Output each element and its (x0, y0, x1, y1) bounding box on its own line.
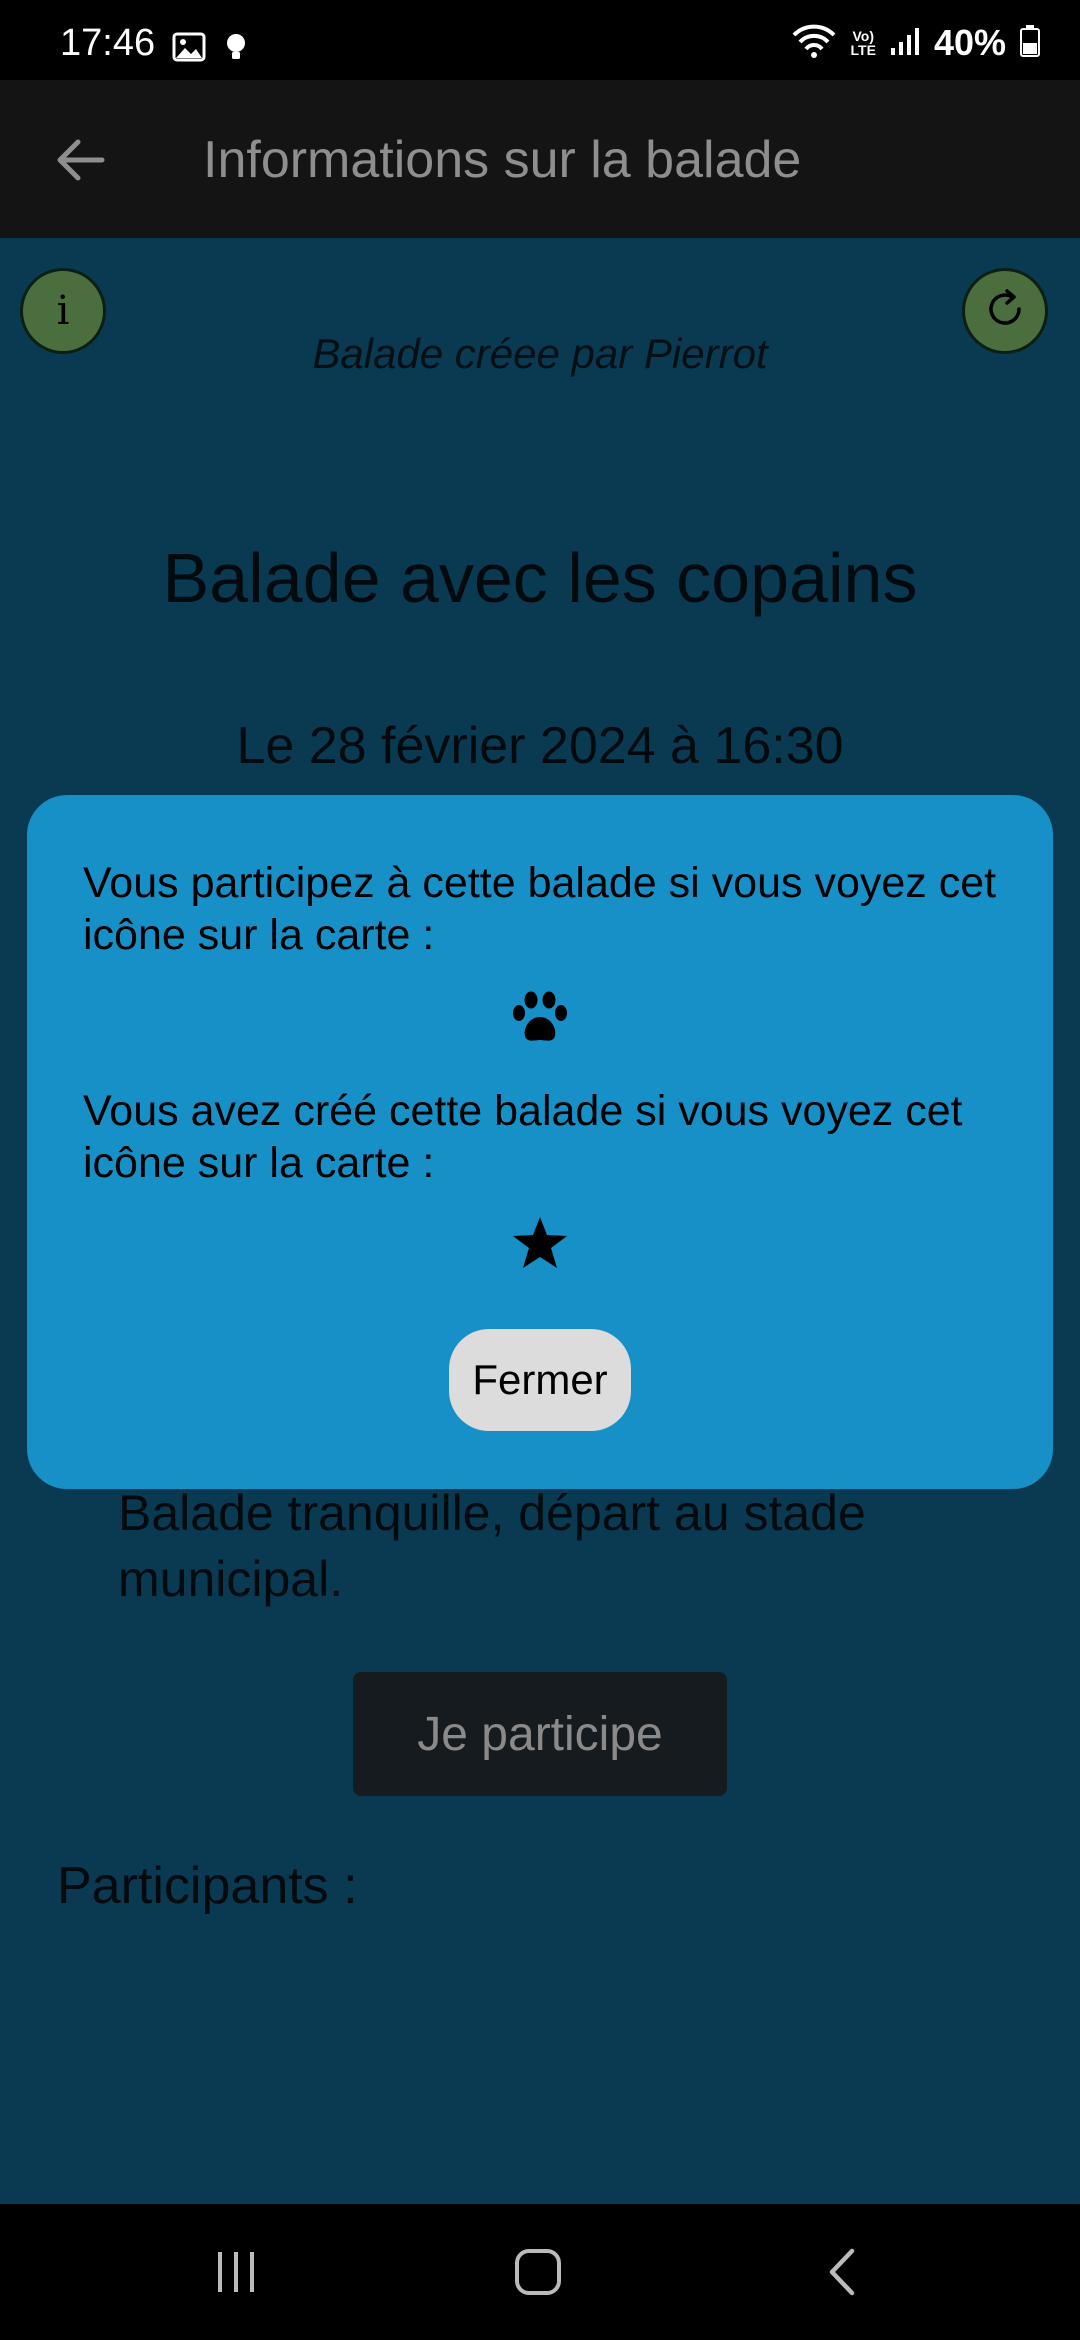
info-icon: i (56, 288, 70, 334)
join-button[interactable]: Je participe (353, 1672, 727, 1796)
paw-icon (27, 991, 1053, 1045)
home-icon[interactable] (478, 2204, 598, 2340)
wifi-icon (791, 23, 837, 64)
walk-description: Balade tranquille, départ au stade munic… (118, 1485, 866, 1607)
nav-back-icon[interactable] (782, 2204, 902, 2340)
back-arrow-icon[interactable] (52, 132, 108, 188)
network-label: LTE (850, 42, 876, 58)
gallery-icon (172, 32, 206, 67)
bulb-icon (224, 32, 248, 67)
status-bar: 17:46 Vo) LTE 40% (0, 0, 1080, 80)
battery-percent: 40% (933, 22, 1006, 63)
volte-label: Vo) (852, 28, 874, 44)
app-bar: Informations sur la balade (0, 80, 1080, 238)
legend-dialog: Vous participez à cette balade si vous v… (27, 795, 1053, 1489)
signal-icon (890, 26, 920, 61)
created-explanation: Vous avez créé cette balade si vous voye… (83, 1087, 963, 1187)
close-button[interactable]: Fermer (449, 1329, 631, 1431)
creator-label: Balade créee par Pierrot (312, 330, 768, 377)
page-title: Informations sur la balade (203, 131, 802, 189)
walk-title: Balade avec les copains (162, 539, 918, 617)
battery-icon (1020, 24, 1040, 62)
walk-date: Le 28 février 2024 à 16:30 (236, 717, 844, 775)
system-nav-bar (0, 2204, 1080, 2340)
volte-indicator: Vo) LTE (851, 29, 876, 57)
star-icon (27, 1215, 1053, 1271)
participants-heading: Participants : (57, 1857, 358, 1915)
participate-explanation: Vous participez à cette balade si vous v… (83, 859, 997, 959)
recent-apps-icon[interactable] (176, 2204, 296, 2340)
status-time: 17:46 (60, 22, 156, 64)
